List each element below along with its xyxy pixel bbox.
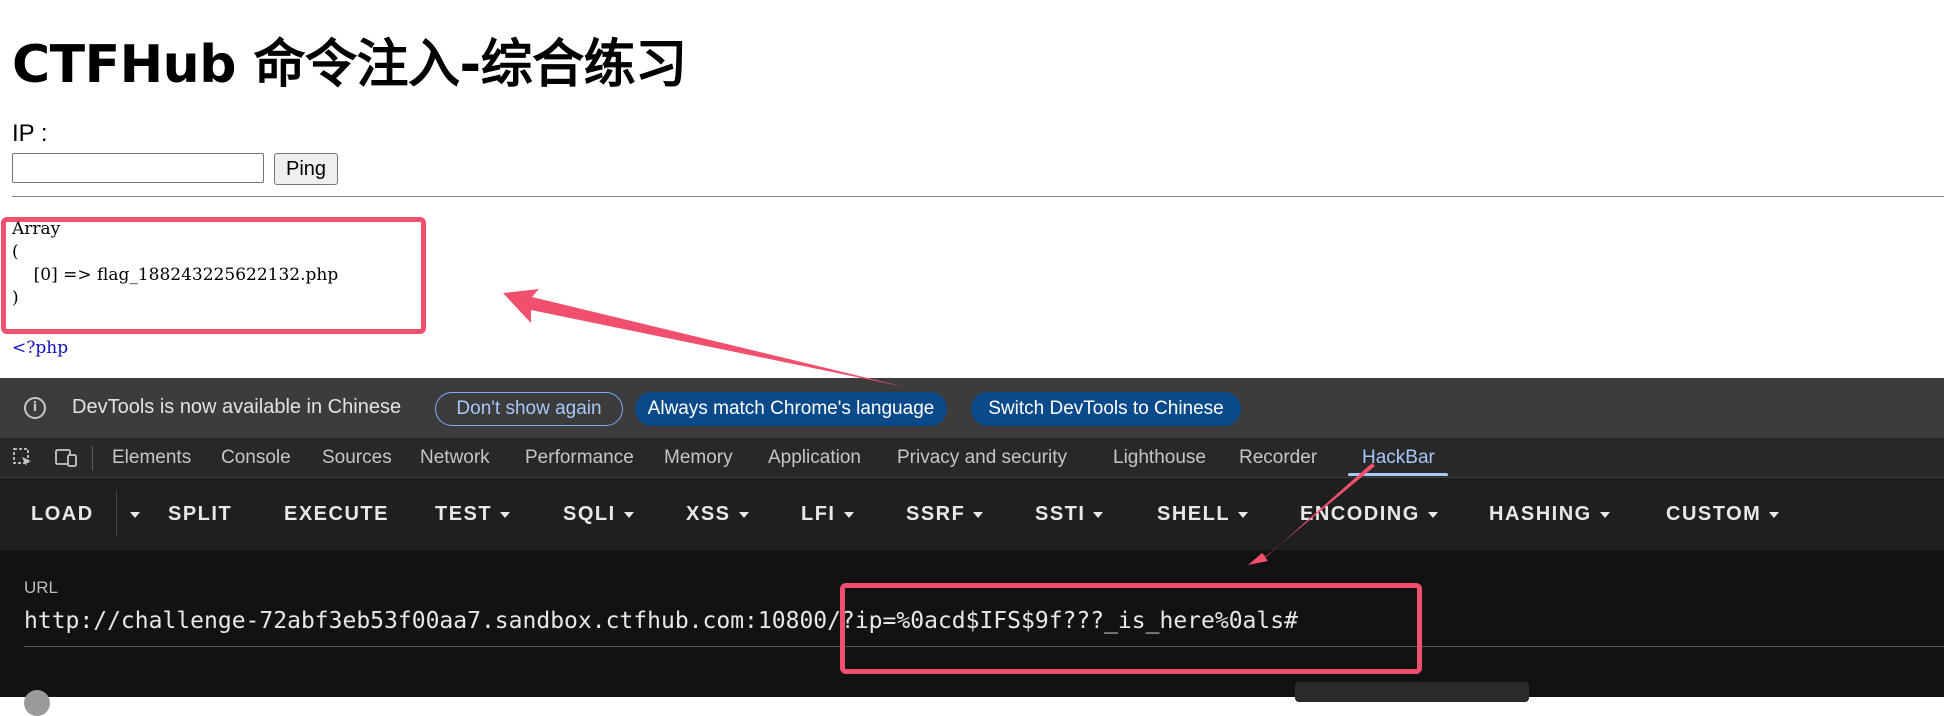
ip-input[interactable] [12,153,264,183]
chevron-down-icon [1599,511,1610,518]
sqli-label: SQLI [563,503,616,525]
url-field-underline [24,646,1944,647]
tab-privacy-security[interactable]: Privacy and security [897,438,1067,477]
load-button[interactable]: LOAD [31,478,94,550]
chevron-down-icon [1769,511,1780,518]
ssti-label: SSTI [1035,503,1086,525]
chevron-down-icon [1427,511,1438,518]
tab-sources[interactable]: Sources [322,438,392,477]
result-output: Array ( [0] => flag_188243225622132.php … [12,219,339,308]
hashing-label: HASHING [1489,503,1592,525]
chevron-down-icon [738,511,749,518]
tab-performance[interactable]: Performance [525,438,634,477]
chevron-down-icon [1093,511,1104,518]
hashing-menu[interactable]: HASHING [1489,478,1610,550]
tab-memory[interactable]: Memory [664,438,733,477]
radio-toggle[interactable] [24,690,50,716]
tab-hackbar[interactable]: HackBar [1362,438,1435,477]
custom-label: CUSTOM [1666,503,1762,525]
lfi-label: LFI [801,503,836,525]
devtools-language-infobar: i DevTools is now available in Chinese D… [0,378,1944,438]
tab-network[interactable]: Network [420,438,490,477]
hackbar-toolbar: LOAD SPLIT EXECUTE TEST SQLI XSS LFI SSR… [0,478,1944,550]
tab-lighthouse[interactable]: Lighthouse [1113,438,1206,477]
active-tab-indicator [1348,473,1448,476]
chevron-down-icon [623,511,634,518]
encoding-label: ENCODING [1300,503,1420,525]
url-label: URL [24,578,59,597]
chevron-down-icon [843,511,854,518]
execute-button[interactable]: EXECUTE [284,478,389,550]
lfi-menu[interactable]: LFI [801,478,854,550]
encoding-menu[interactable]: ENCODING [1300,478,1438,550]
chevron-down-icon [1238,511,1249,518]
web-page: CTFHub 命令注入-综合练习 IP : Ping Array ( [0] =… [0,0,1944,378]
partial-control [1295,682,1529,702]
split-button[interactable]: SPLIT [168,478,232,550]
xss-menu[interactable]: XSS [686,478,749,550]
ping-button[interactable]: Ping [274,153,338,185]
tab-application[interactable]: Application [768,438,861,477]
page-title: CTFHub 命令注入-综合练习 [12,35,687,95]
ssrf-label: SSRF [906,503,966,525]
sqli-menu[interactable]: SQLI [563,478,634,550]
always-match-language-button[interactable]: Always match Chrome's language [635,392,947,426]
shell-label: SHELL [1157,503,1231,525]
toolbar-divider [92,446,93,470]
test-menu[interactable]: TEST [435,478,511,550]
divider [12,196,1944,197]
switch-devtools-chinese-button[interactable]: Switch DevTools to Chinese [971,392,1241,426]
ssrf-menu[interactable]: SSRF [906,478,984,550]
info-icon: i [24,397,46,419]
infobar-message: DevTools is now available in Chinese [72,396,402,418]
xss-label: XSS [686,503,731,525]
tab-recorder[interactable]: Recorder [1239,438,1317,477]
chevron-down-icon [973,511,984,518]
devtools-tabbar: Elements Console Sources Network Perform… [0,438,1944,478]
dont-show-again-button[interactable]: Don't show again [435,392,623,426]
test-label: TEST [435,503,493,525]
inspect-element-icon[interactable] [12,447,34,469]
tab-elements[interactable]: Elements [112,438,191,477]
custom-menu[interactable]: CUSTOM [1666,478,1780,550]
ssti-menu[interactable]: SSTI [1035,478,1104,550]
hackbar-url-panel: URL http://challenge-72abf3eb53f00aa7.sa… [0,550,1944,716]
chevron-down-icon [130,511,140,518]
ip-label: IP : [12,120,48,147]
chevron-down-icon [500,511,511,518]
php-source-text: <?php [12,338,69,358]
load-dropdown-button[interactable] [122,478,140,550]
tab-console[interactable]: Console [221,438,291,477]
shell-menu[interactable]: SHELL [1157,478,1249,550]
url-field[interactable]: http://challenge-72abf3eb53f00aa7.sandbo… [24,608,1298,634]
device-toolbar-icon[interactable] [54,447,77,469]
load-divider [116,490,117,536]
